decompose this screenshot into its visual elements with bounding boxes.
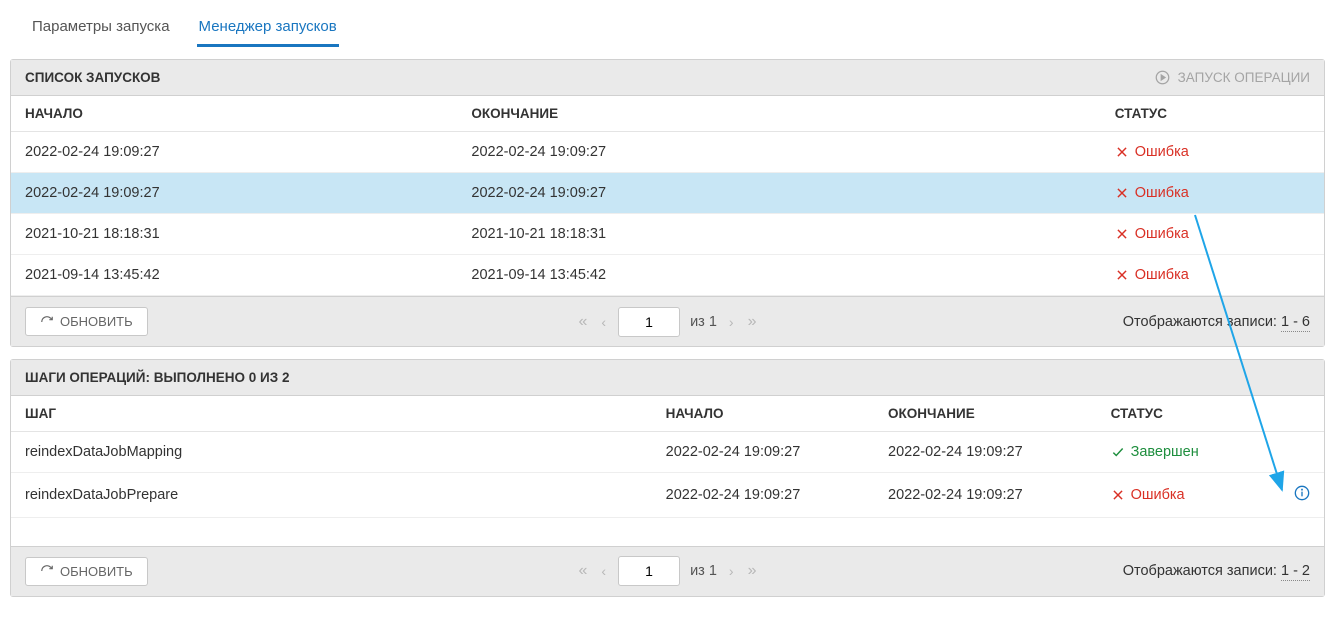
status-badge: Завершен	[1111, 444, 1266, 460]
pager-prev-icon[interactable]: ‹	[599, 563, 608, 579]
pager-first-icon[interactable]: «	[577, 313, 590, 331]
runs-page-input[interactable]	[618, 307, 680, 337]
runs-refresh-button[interactable]: ОБНОВИТЬ	[25, 307, 148, 336]
steps-col-step[interactable]: ШАГ	[11, 396, 652, 432]
pager-prev-icon[interactable]: ‹	[599, 314, 608, 330]
runs-table-scroll[interactable]: 2022-02-24 19:09:272022-02-24 19:09:27 Ош…	[11, 132, 1324, 296]
runs-table-header: НАЧАЛО ОКОНЧАНИЕ СТАТУС	[11, 96, 1324, 132]
steps-footer: ОБНОВИТЬ « ‹ из 1 › » Отображаются запис…	[11, 546, 1324, 596]
step-name: reindexDataJobMapping	[11, 432, 652, 473]
refresh-icon	[40, 315, 54, 329]
step-start: 2022-02-24 19:09:27	[652, 432, 874, 473]
step-end: 2022-02-24 19:09:27	[874, 473, 1097, 518]
status-badge: Ошибка	[1115, 185, 1310, 201]
tabs: Параметры запуска Менеджер запусков	[0, 0, 1335, 47]
runs-panel: СПИСОК ЗАПУСКОВ ЗАПУСК ОПЕРАЦИИ НАЧАЛО О…	[10, 59, 1325, 347]
runs-panel-header: СПИСОК ЗАПУСКОВ ЗАПУСК ОПЕРАЦИИ	[11, 60, 1324, 96]
status-badge: Ошибка	[1115, 144, 1310, 160]
play-circle-icon	[1155, 70, 1170, 85]
run-start: 2021-10-21 18:18:31	[11, 214, 457, 255]
steps-page-input[interactable]	[618, 556, 680, 586]
steps-panel: ШАГИ ОПЕРАЦИЙ: ВЫПОЛНЕНО 0 ИЗ 2 ШАГ НАЧА…	[10, 359, 1325, 597]
runs-col-end[interactable]: ОКОНЧАНИЕ	[457, 96, 1100, 132]
tab-params[interactable]: Параметры запуска	[30, 10, 172, 47]
pager-first-icon[interactable]: «	[577, 562, 590, 580]
step-start: 2022-02-24 19:09:27	[652, 473, 874, 518]
tab-manager[interactable]: Менеджер запусков	[197, 10, 339, 47]
info-icon[interactable]	[1294, 485, 1310, 501]
table-row[interactable]: 2021-10-21 18:18:312021-10-21 18:18:31 Ош…	[11, 214, 1324, 255]
run-start: 2022-02-24 19:09:27	[11, 173, 457, 214]
refresh-icon	[40, 564, 54, 578]
table-row[interactable]: reindexDataJobPrepare2022-02-24 19:09:27…	[11, 473, 1324, 518]
runs-footer: ОБНОВИТЬ « ‹ из 1 › » Отображаются запис…	[11, 296, 1324, 346]
run-end: 2021-09-14 13:45:42	[457, 255, 1100, 296]
pager-last-icon[interactable]: »	[746, 313, 759, 331]
steps-col-end[interactable]: ОКОНЧАНИЕ	[874, 396, 1097, 432]
table-row[interactable]: 2022-02-24 19:09:272022-02-24 19:09:27 Ош…	[11, 132, 1324, 173]
table-row[interactable]: 2022-02-24 19:09:272022-02-24 19:09:27 Ош…	[11, 173, 1324, 214]
runs-pages-of: из 1	[690, 314, 717, 330]
steps-col-status[interactable]: СТАТУС	[1097, 396, 1280, 432]
steps-panel-title: ШАГИ ОПЕРАЦИЙ: ВЫПОЛНЕНО 0 ИЗ 2	[25, 370, 289, 385]
run-end: 2021-10-21 18:18:31	[457, 214, 1100, 255]
steps-refresh-button[interactable]: ОБНОВИТЬ	[25, 557, 148, 586]
pager-last-icon[interactable]: »	[746, 562, 759, 580]
step-end: 2022-02-24 19:09:27	[874, 432, 1097, 473]
runs-col-start[interactable]: НАЧАЛО	[11, 96, 457, 132]
steps-pager: « ‹ из 1 › »	[577, 556, 759, 586]
table-row[interactable]: 2021-09-14 13:45:422021-09-14 13:45:42 Ош…	[11, 255, 1324, 296]
status-badge: Ошибка	[1115, 267, 1310, 283]
steps-panel-header: ШАГИ ОПЕРАЦИЙ: ВЫПОЛНЕНО 0 ИЗ 2	[11, 360, 1324, 396]
run-end: 2022-02-24 19:09:27	[457, 132, 1100, 173]
steps-records: Отображаются записи: 1 - 2	[1123, 563, 1310, 579]
pager-next-icon[interactable]: ›	[727, 314, 736, 330]
run-start: 2022-02-24 19:09:27	[11, 132, 457, 173]
step-name: reindexDataJobPrepare	[11, 473, 652, 518]
run-start: 2021-09-14 13:45:42	[11, 255, 457, 296]
steps-table: ШАГ НАЧАЛО ОКОНЧАНИЕ СТАТУС reindexDataJ…	[11, 396, 1324, 546]
runs-panel-title: СПИСОК ЗАПУСКОВ	[25, 70, 160, 85]
runs-pager: « ‹ из 1 › »	[577, 307, 759, 337]
table-row[interactable]: reindexDataJobMapping2022-02-24 19:09:27…	[11, 432, 1324, 473]
run-end: 2022-02-24 19:09:27	[457, 173, 1100, 214]
runs-records: Отображаются записи: 1 - 6	[1123, 314, 1310, 330]
run-operation-button[interactable]: ЗАПУСК ОПЕРАЦИИ	[1155, 70, 1310, 85]
status-badge: Ошибка	[1115, 226, 1310, 242]
pager-next-icon[interactable]: ›	[727, 563, 736, 579]
steps-col-start[interactable]: НАЧАЛО	[652, 396, 874, 432]
runs-col-status[interactable]: СТАТУС	[1101, 96, 1324, 132]
status-badge: Ошибка	[1111, 487, 1266, 503]
steps-pages-of: из 1	[690, 563, 717, 579]
